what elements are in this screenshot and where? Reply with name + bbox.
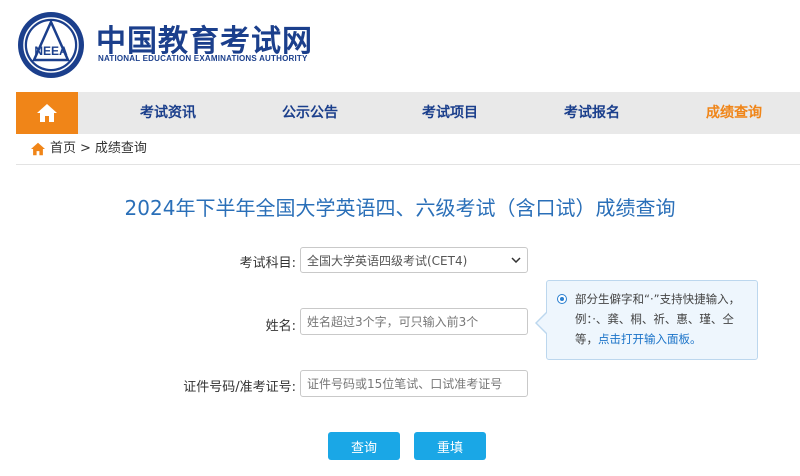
reset-button[interactable]: 重填: [414, 432, 486, 460]
nav-item-score-query[interactable]: 成绩查询: [706, 92, 762, 134]
breadcrumb-separator: >: [80, 141, 91, 156]
query-button[interactable]: 查询: [328, 432, 400, 460]
logo-text: NEEA: [34, 44, 68, 58]
breadcrumb-divider: [16, 164, 800, 165]
subject-select[interactable]: 全国大学英语四级考试(CET4): [300, 247, 528, 273]
nav-item-registration[interactable]: 考试报名: [564, 92, 620, 134]
breadcrumb: 首页 > 成绩查询: [30, 138, 147, 160]
site-header: NEEA 中国教育考试网 NATIONAL EDUCATION EXAMINAT…: [0, 0, 800, 92]
nav-item-announcements[interactable]: 公示公告: [282, 92, 338, 134]
id-label: 证件号码/准考证号:: [183, 380, 296, 395]
subject-select-value: 全国大学英语四级考试(CET4): [307, 253, 468, 268]
nav-item-exams[interactable]: 考试项目: [422, 92, 478, 134]
chevron-down-icon: [511, 257, 521, 263]
home-icon: [37, 104, 57, 122]
main-nav: 考试资讯 公示公告 考试项目 考试报名 成绩查询: [16, 92, 800, 134]
subject-label: 考试科目:: [239, 256, 296, 271]
page-title: 2024年下半年全国大学英语四、六级考试（含口试）成绩查询: [124, 196, 676, 220]
name-label: 姓名:: [265, 319, 296, 334]
name-input[interactable]: [300, 308, 528, 335]
breadcrumb-home-icon: [31, 142, 45, 156]
neea-logo-icon[interactable]: NEEA: [16, 10, 86, 80]
nav-item-news[interactable]: 考试资讯: [140, 92, 196, 134]
breadcrumb-home-link[interactable]: 首页: [50, 138, 76, 160]
open-input-panel-link[interactable]: 点击打开输入面板。: [598, 332, 702, 346]
nav-home-button[interactable]: [16, 92, 78, 134]
breadcrumb-current: 成绩查询: [94, 141, 147, 156]
tip-arrow-fill: [537, 313, 547, 333]
tip-radio-icon: [557, 294, 567, 304]
input-tip: 部分生僻字和“·”支持快捷输入，例：·、龚、桐、祈、惠、瑾、仝等，点击打开输入面…: [546, 280, 758, 360]
id-number-input[interactable]: [300, 370, 528, 397]
brand-subtitle: NATIONAL EDUCATION EXAMINATIONS AUTHORIT…: [98, 54, 308, 63]
